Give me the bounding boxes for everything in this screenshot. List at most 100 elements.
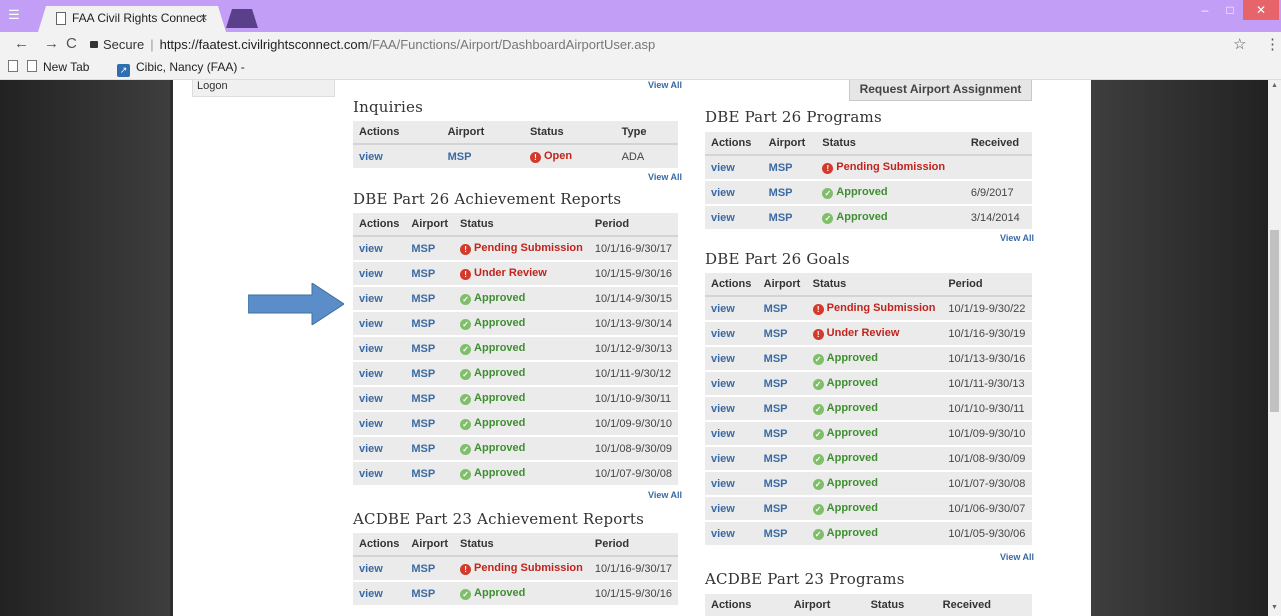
bookmark-star-icon[interactable]: ☆ [1233, 35, 1246, 53]
view-link[interactable]: view [705, 371, 758, 397]
view-link[interactable]: view [705, 296, 758, 322]
view-link[interactable]: view [705, 446, 758, 472]
airport-link[interactable]: MSP [405, 461, 455, 487]
status-cell: ✓ Approved [454, 311, 589, 337]
period-cell: 10/1/07-9/30/08 [588, 461, 678, 487]
airport-link[interactable]: MSP [405, 411, 455, 437]
view-link[interactable]: view [353, 556, 406, 582]
table-row: view MSP! Open ADA [353, 144, 678, 170]
airport-link[interactable]: MSP [762, 205, 817, 231]
airport-link[interactable]: MSP [757, 446, 807, 472]
view-link[interactable]: view [705, 396, 758, 422]
view-link[interactable]: view [353, 144, 442, 170]
view-link[interactable]: view [353, 361, 406, 387]
airport-link[interactable]: MSP [405, 556, 455, 582]
airport-link[interactable]: MSP [405, 581, 455, 607]
app-menu-icon[interactable]: ☰ [6, 7, 22, 23]
airport-link[interactable]: MSP [405, 236, 455, 262]
airport-link[interactable]: MSP [757, 296, 807, 322]
status-cell: ✓ Approved [806, 346, 943, 372]
airport-link[interactable]: MSP [757, 421, 807, 447]
inquiries-table: Actions Airport Status Type view MSP! Open ADA [353, 121, 678, 170]
alert-icon: ! [460, 564, 472, 575]
view-link[interactable]: view [705, 471, 758, 497]
status-label: Approved [474, 467, 526, 479]
received-cell [964, 155, 1032, 181]
airport-link[interactable]: MSP [405, 361, 455, 387]
view-link[interactable]: view [353, 311, 406, 337]
browser-menu-icon[interactable]: ⋮ [1265, 35, 1280, 53]
view-link[interactable]: view [705, 421, 758, 447]
view-link[interactable]: view [353, 581, 406, 607]
view-link[interactable]: view [353, 336, 406, 362]
scroll-down-icon[interactable]: ▼ [1271, 604, 1278, 611]
airport-link[interactable]: MSP [441, 144, 524, 170]
view-all-link[interactable]: View All [648, 80, 682, 90]
column-header: Type [615, 121, 678, 145]
airport-link[interactable]: MSP [757, 346, 807, 372]
bookmark-new-tab[interactable]: New Tab [27, 60, 89, 74]
airport-link[interactable]: MSP [757, 521, 807, 547]
tab-close-icon[interactable]: × [200, 10, 208, 25]
view-link[interactable]: view [705, 321, 758, 347]
view-link[interactable]: view [353, 436, 406, 462]
apps-icon[interactable] [8, 60, 24, 74]
view-all-link[interactable]: View All [1000, 552, 1034, 562]
view-link[interactable]: view [353, 236, 406, 262]
table-row: view MSP ✓ Approved 10/1/13-9/30/16 [705, 346, 1032, 372]
table-header-row: Actions Airport Status Received [705, 132, 1032, 156]
period-cell: 10/1/07-9/30/08 [942, 471, 1032, 497]
column-header: Airport [787, 594, 865, 616]
view-all-link[interactable]: View All [648, 490, 682, 500]
view-link[interactable]: view [705, 155, 763, 181]
airport-link[interactable]: MSP [757, 496, 807, 522]
reload-icon[interactable]: C [66, 35, 77, 52]
request-airport-assignment-button[interactable]: Request Airport Assignment [849, 80, 1032, 101]
airport-link[interactable]: MSP [757, 396, 807, 422]
airport-link[interactable]: MSP [405, 261, 455, 287]
view-link[interactable]: view [353, 411, 406, 437]
status-cell: ! Open [523, 144, 616, 170]
airport-link[interactable]: MSP [757, 471, 807, 497]
view-link[interactable]: view [705, 496, 758, 522]
address-bar[interactable]: Secure | https://faatest.civilrightsconnec… [90, 35, 1225, 54]
airport-link[interactable]: MSP [405, 436, 455, 462]
status-label: Approved [836, 211, 888, 223]
view-link[interactable]: view [353, 461, 406, 487]
bookmark-cibic[interactable]: ↗ Cibic, Nancy (FAA) - [117, 60, 245, 77]
back-arrow-icon[interactable]: ← [14, 35, 29, 52]
airport-link[interactable]: MSP [405, 311, 455, 337]
airport-link[interactable]: MSP [762, 180, 817, 206]
forward-arrow-icon[interactable]: → [44, 35, 59, 52]
scroll-up-icon[interactable]: ▲ [1271, 82, 1278, 89]
airport-link[interactable]: MSP [405, 286, 455, 312]
view-link[interactable]: view [353, 286, 406, 312]
view-link[interactable]: view [705, 180, 763, 206]
view-all-link[interactable]: View All [1000, 233, 1034, 243]
check-icon: ✓ [812, 354, 824, 365]
new-tab-button[interactable] [226, 9, 258, 28]
view-link[interactable]: view [353, 386, 406, 412]
scrollbar-thumb[interactable] [1270, 230, 1279, 412]
airport-link[interactable]: MSP [405, 336, 455, 362]
airport-link[interactable]: MSP [757, 371, 807, 397]
airport-link[interactable]: MSP [405, 386, 455, 412]
view-link[interactable]: view [705, 205, 763, 231]
column-header: Status [523, 121, 616, 145]
close-window-button[interactable]: ✕ [1243, 0, 1279, 20]
maximize-button[interactable]: □ [1218, 0, 1242, 20]
period-cell: 10/1/09-9/30/10 [942, 421, 1032, 447]
view-all-link[interactable]: View All [648, 172, 682, 182]
period-cell: 10/1/06-9/30/07 [942, 496, 1032, 522]
minimize-button[interactable]: – [1193, 0, 1217, 20]
table-row: view MSP ✓ Approved 3/14/2014 [705, 205, 1032, 231]
sidebar-logon[interactable]: Logon [192, 80, 335, 97]
airport-link[interactable]: MSP [757, 321, 807, 347]
view-link[interactable]: view [705, 346, 758, 372]
browser-tab[interactable]: FAA Civil Rights Connect × [38, 6, 226, 32]
status-label: Approved [826, 402, 878, 414]
view-link[interactable]: view [705, 521, 758, 547]
view-link[interactable]: view [353, 261, 406, 287]
airport-link[interactable]: MSP [762, 155, 817, 181]
page-icon [27, 60, 37, 72]
